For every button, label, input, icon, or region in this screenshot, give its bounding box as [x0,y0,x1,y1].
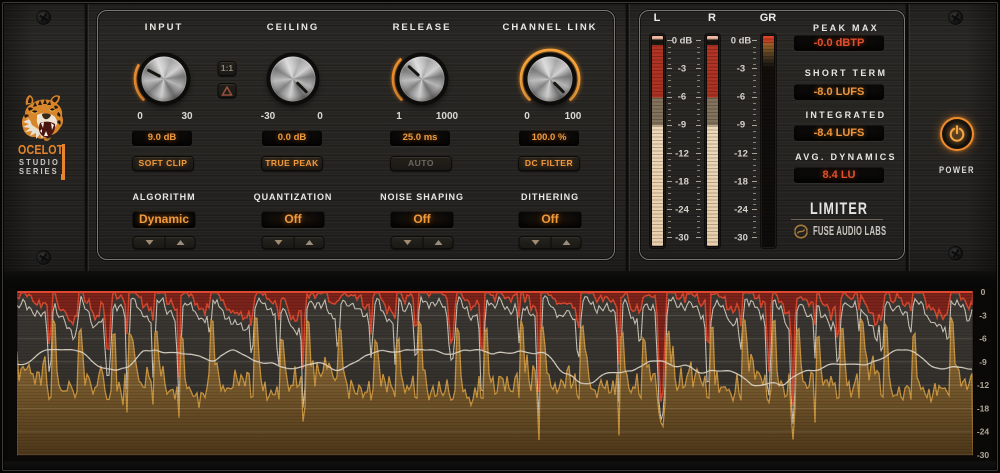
svg-text:-12: -12 [977,380,990,390]
svg-text:-9: -9 [979,357,987,367]
svg-text:-18: -18 [977,403,990,413]
svg-text:-3: -3 [979,310,987,320]
svg-text:-6: -6 [979,334,987,344]
svg-text:-24: -24 [977,427,990,437]
svg-text:0: 0 [981,288,986,297]
svg-text:-30: -30 [977,450,990,460]
